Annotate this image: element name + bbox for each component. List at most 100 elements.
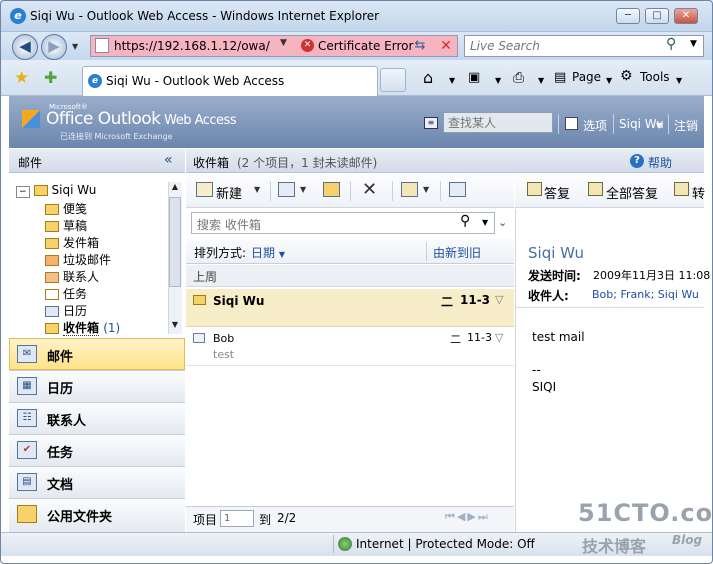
sort-divider [426, 242, 427, 261]
logout-link[interactable]: 注销 [674, 117, 698, 134]
folder-calendar[interactable]: 日历 [45, 302, 87, 319]
scroll-down-icon[interactable]: ▼ [168, 320, 182, 333]
to-label: 收件人: [528, 289, 569, 303]
history-dropdown-icon[interactable]: ▼ [72, 42, 78, 51]
watermark-sub: 技术博客 [582, 537, 647, 556]
message-day: 二 [450, 333, 461, 346]
home-dropdown-icon[interactable]: ▼ [449, 76, 455, 85]
new-tab-button[interactable] [380, 68, 406, 92]
check-messages-icon[interactable] [449, 182, 466, 197]
ie-icon: e [10, 8, 26, 24]
folder-junk[interactable]: 垃圾邮件 [45, 251, 111, 268]
reply-all-button[interactable]: 全部答复 [606, 183, 658, 202]
new-dropdown-icon[interactable]: ▼ [254, 185, 260, 194]
page-menu[interactable]: Page [572, 70, 601, 84]
tools-menu[interactable]: Tools [640, 70, 670, 84]
tools-dropdown-icon[interactable]: ▼ [676, 76, 682, 85]
message-body-line: -- [532, 363, 541, 377]
feeds-dropdown-icon[interactable]: ▼ [495, 76, 501, 85]
stop-button[interactable]: ✕ [434, 36, 458, 56]
message-preview: test [213, 348, 235, 361]
header-divider [558, 114, 559, 134]
tree-root[interactable]: − Siqi Wu [16, 183, 96, 198]
favorites-star-icon[interactable]: ★ [14, 68, 29, 88]
forward-button[interactable]: ▶ [41, 34, 67, 60]
maximize-button[interactable]: □ [645, 8, 669, 24]
help-icon[interactable]: ? [630, 154, 644, 168]
flag-icon[interactable]: ▽ [495, 331, 503, 344]
calendar-folder-icon [45, 306, 59, 317]
find-someone-input[interactable] [443, 112, 553, 133]
scroll-thumb[interactable] [169, 197, 181, 287]
certificate-error-label[interactable]: Certificate Error [318, 39, 413, 53]
pager-arrows-icon[interactable]: ⏮◀▶⏭ [445, 510, 490, 524]
folder-outbox[interactable]: 发件箱 [45, 234, 99, 251]
options-link[interactable]: 选项 [583, 117, 607, 134]
sort-order-toggle[interactable]: 由新到旧 [433, 244, 481, 261]
view-dropdown-icon[interactable]: ▼ [300, 185, 306, 194]
page-dropdown-icon[interactable]: ▼ [606, 76, 612, 85]
expand-search-icon[interactable]: ⌄ [498, 216, 507, 229]
search-icon[interactable]: ⚲ [666, 36, 676, 52]
search-icon[interactable]: ⚲ [460, 213, 470, 229]
scroll-up-icon[interactable]: ▲ [168, 182, 182, 195]
address-url[interactable]: https://192.168.1.12/owa/ [114, 39, 270, 53]
unread-envelope-icon [193, 295, 206, 305]
tab-label[interactable]: Siqi Wu - Outlook Web Access [106, 74, 284, 88]
folder-title: 收件箱 [193, 156, 230, 170]
search-dropdown-icon[interactable]: ▼ [690, 39, 697, 49]
forward-button[interactable]: 转 [692, 183, 705, 202]
nav-label: 日历 [47, 382, 74, 397]
folder-label: 发件箱 [63, 236, 100, 250]
address-book-icon[interactable]: ≡ [424, 117, 438, 129]
sort-by-date-dropdown[interactable]: 日期 ▼ [251, 244, 285, 261]
outbox-folder-icon [45, 238, 59, 249]
home-icon[interactable]: ⌂ [423, 68, 433, 87]
certificate-error-icon[interactable]: ✕ [301, 39, 314, 52]
user-dropdown-icon[interactable]: ▼ [656, 121, 662, 130]
add-favorite-icon[interactable]: ✚ [44, 68, 57, 87]
print-dropdown-icon[interactable]: ▼ [538, 76, 544, 85]
folder-drafts[interactable]: 草稿 [45, 217, 87, 234]
reply-button[interactable]: 答复 [544, 183, 570, 202]
message-row[interactable] [186, 328, 514, 366]
print-icon[interactable]: ⎙ [513, 70, 524, 86]
junk-dropdown-icon[interactable]: ▼ [423, 185, 429, 194]
junk-icon[interactable] [401, 182, 418, 197]
flag-icon[interactable]: ▽ [495, 293, 503, 306]
status-zone[interactable]: Internet | Protected Mode: Off [356, 537, 535, 551]
minimize-button[interactable]: ─ [616, 8, 640, 24]
to-recipients[interactable]: Bob; Frank; Siqi Wu [592, 288, 699, 301]
new-button[interactable]: 新建 [216, 183, 242, 202]
tree-collapse-icon[interactable]: − [16, 186, 30, 198]
folder-notes[interactable]: 便笺 [45, 200, 87, 217]
reading-sender[interactable]: Siqi Wu [528, 244, 584, 262]
search-dropdown-icon[interactable]: ▼ [482, 218, 488, 227]
folder-inbox[interactable]: 收件箱 (1) [45, 319, 120, 336]
new-mail-icon[interactable] [196, 182, 213, 197]
folder-tasks[interactable]: 任务 [45, 285, 87, 302]
back-button[interactable]: ◀ [12, 34, 38, 60]
reply-icon [527, 182, 542, 196]
nav-label: 文档 [47, 478, 74, 493]
close-button[interactable]: ✕ [674, 8, 698, 24]
feeds-icon[interactable]: ▣ [468, 70, 480, 85]
header-divider [668, 114, 669, 134]
move-to-folder-icon[interactable] [323, 182, 340, 197]
address-dropdown-icon[interactable]: ▼ [280, 38, 287, 48]
sort-label: 排列方式: [194, 246, 247, 260]
group-header [186, 265, 514, 287]
message-date: 11-3 [460, 293, 491, 307]
page-number-input[interactable] [220, 510, 254, 527]
delete-icon[interactable]: ✕ [362, 179, 377, 200]
folder-contacts[interactable]: 联系人 [45, 268, 99, 285]
refresh-button[interactable]: ⇆ [408, 36, 432, 56]
options-icon[interactable] [565, 117, 578, 130]
view-icon[interactable] [278, 182, 295, 197]
nav-label: 邮件 [47, 350, 74, 365]
collapse-pane-icon[interactable]: « [164, 152, 173, 168]
folder-label: 任务 [63, 287, 88, 301]
help-link[interactable]: 帮助 [648, 154, 672, 171]
page-label: 项目 [193, 513, 218, 527]
folder-label: 联系人 [63, 270, 100, 284]
